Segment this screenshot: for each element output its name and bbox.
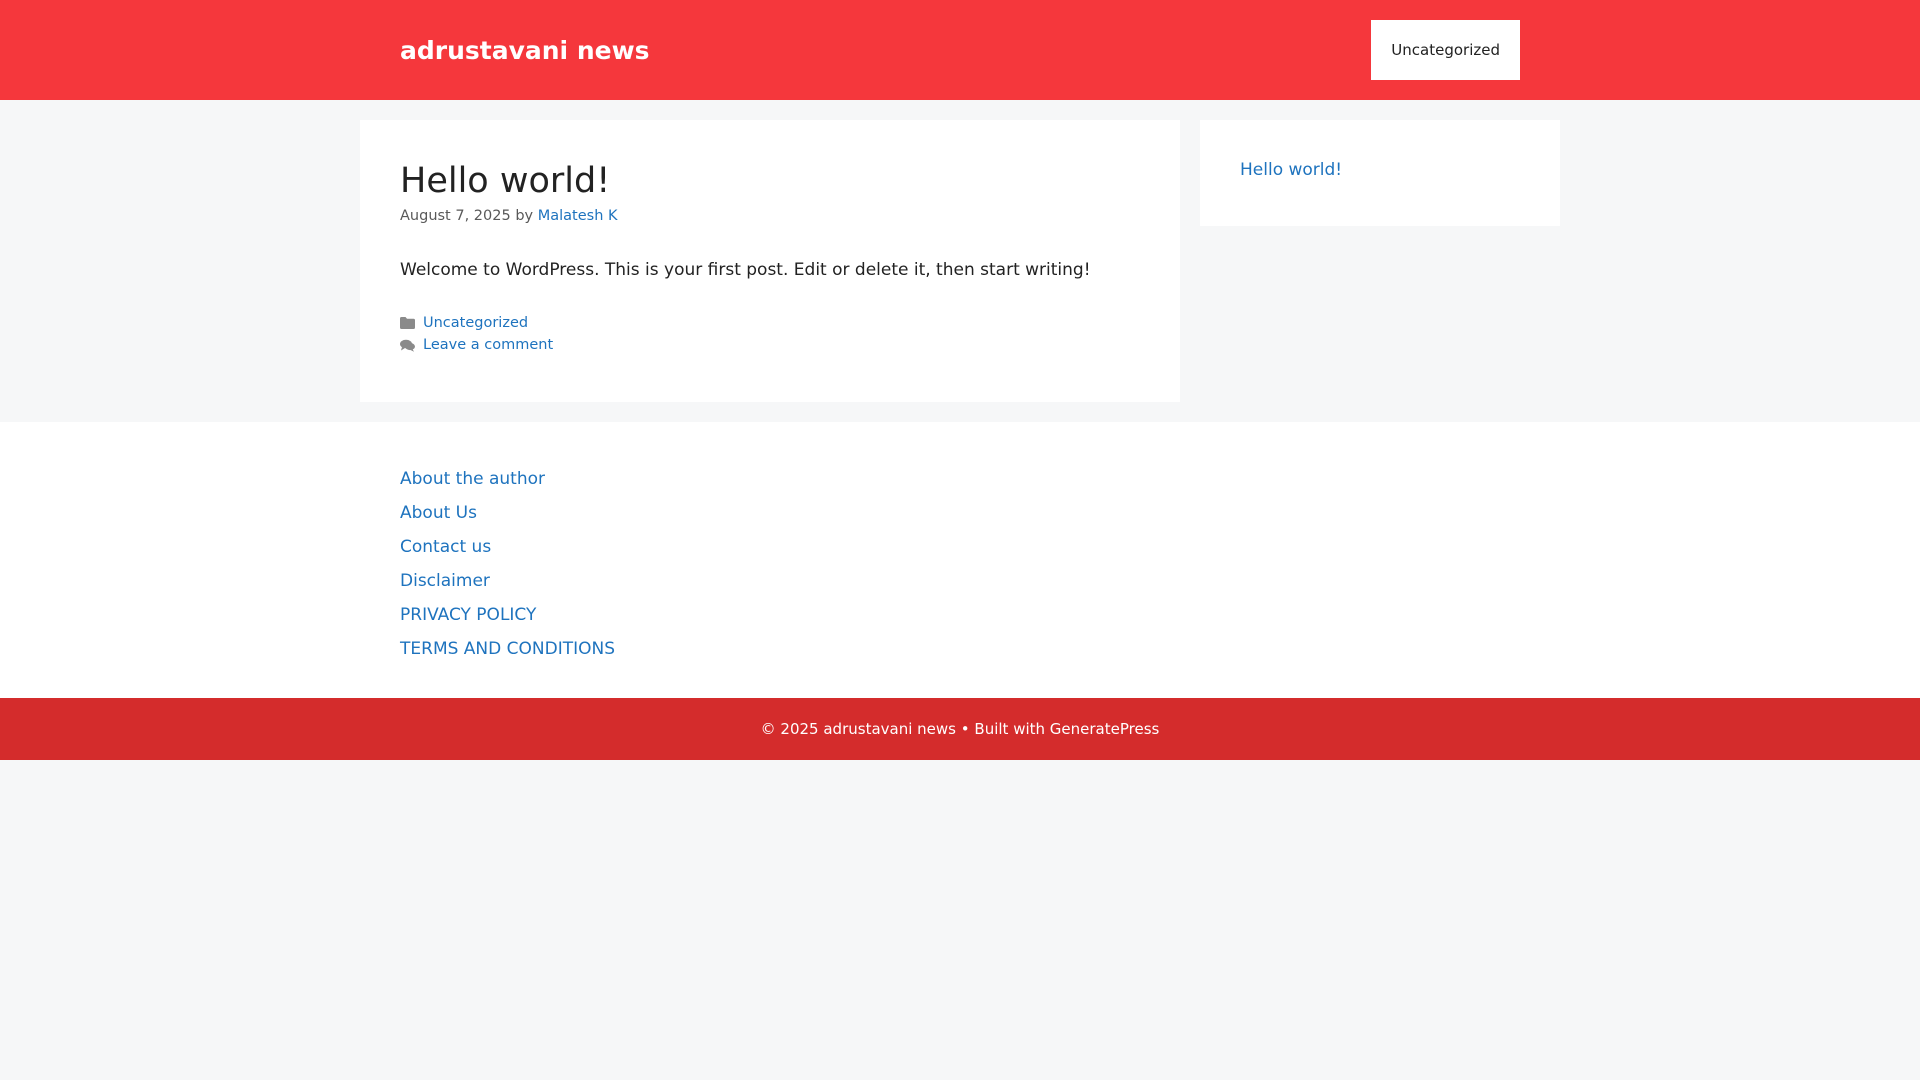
sidebar: Hello world! [1200,120,1560,226]
post-article: Hello world! August 7, 2025 by Malatesh … [360,120,1180,402]
footer-widgets: About the author About Us Contact us Dis… [0,422,1920,698]
post-category-link[interactable]: Uncategorized [423,315,528,331]
post-footer-meta: Uncategorized Leave a comment [400,312,1140,356]
list-item: TERMS AND CONDITIONS [400,632,1520,666]
sidebar-recent-post-link[interactable]: Hello world! [1240,160,1342,180]
list-item: About Us [400,496,1520,530]
comment-line: Leave a comment [400,334,1140,356]
site-info-bar: © 2025 adrustavani news • Built with Gen… [0,698,1920,760]
header-inner: adrustavani news Uncategorized [360,0,1560,100]
category-line: Uncategorized [400,312,1140,334]
folder-icon [400,316,415,330]
site-title-link[interactable]: adrustavani news [400,36,650,65]
post-date: August 7, 2025 [400,208,511,224]
post-title: Hello world! [400,161,611,201]
built-with-text: Built with [974,720,1046,738]
nav-item-uncategorized[interactable]: Uncategorized [1371,20,1520,80]
comment-icon [400,338,415,352]
list-item: Contact us [400,530,1520,564]
main-navigation: Uncategorized [1371,20,1520,80]
footer-separator: • [960,720,970,738]
footer-links-list: About the author About Us Contact us Dis… [400,462,1520,666]
site-header: adrustavani news Uncategorized [0,0,1920,100]
list-item: PRIVACY POLICY [400,598,1520,632]
post-content: Welcome to WordPress. This is your first… [400,260,1091,280]
list-item: About the author [400,462,1520,496]
post-by-label: by [515,208,534,224]
footer-link-terms[interactable]: TERMS AND CONDITIONS [400,639,615,659]
generatepress-link[interactable]: GeneratePress [1050,720,1160,738]
content-wrap: Hello world! August 7, 2025 by Malatesh … [360,120,1560,402]
footer-link-disclaimer[interactable]: Disclaimer [400,571,490,591]
post-author-link[interactable]: Malatesh K [538,208,618,224]
footer-link-about-author[interactable]: About the author [400,469,545,489]
list-item: Disclaimer [400,564,1520,598]
copyright-text: © 2025 adrustavani news [760,720,956,738]
post-meta: August 7, 2025 by Malatesh K [400,208,1140,224]
footer-widgets-inner: About the author About Us Contact us Dis… [360,422,1560,706]
footer-link-about-us[interactable]: About Us [400,503,477,523]
footer-link-contact-us[interactable]: Contact us [400,537,491,557]
leave-comment-link[interactable]: Leave a comment [423,337,553,353]
footer-link-privacy-policy[interactable]: PRIVACY POLICY [400,605,536,625]
